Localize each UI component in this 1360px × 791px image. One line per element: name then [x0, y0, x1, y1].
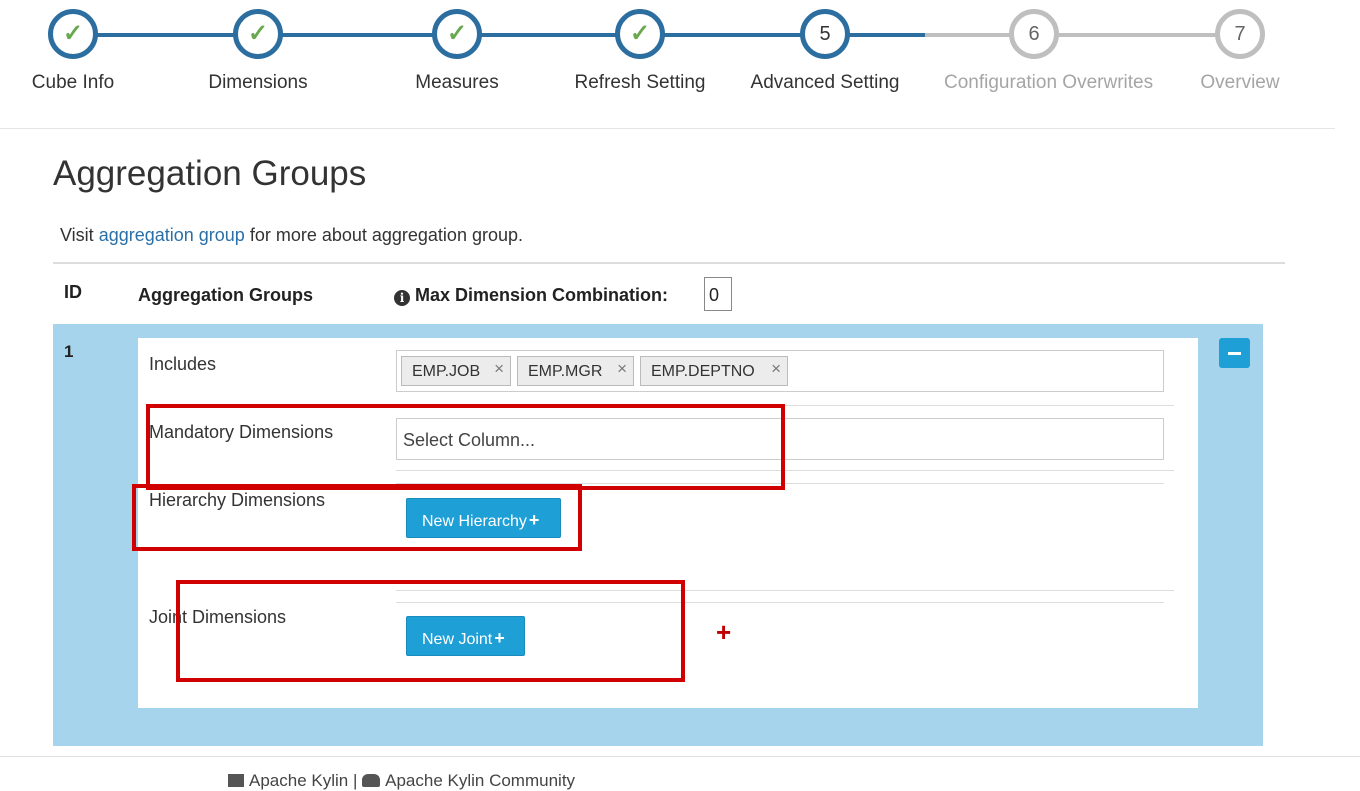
cursor-crosshair-icon: + — [716, 617, 732, 647]
remove-group-button[interactable] — [1219, 338, 1250, 368]
remove-tag-icon[interactable]: × — [617, 359, 627, 379]
joint-dimensions-label: Joint Dimensions — [149, 607, 287, 627]
intro-text: Visit aggregation group for more about a… — [60, 225, 523, 246]
step-label: Cube Info — [31, 72, 115, 93]
include-tag: EMP.DEPTNO × — [640, 356, 788, 386]
field-divider — [396, 483, 1164, 484]
footer-community-link[interactable]: Apache Kylin Community — [385, 771, 575, 790]
new-hierarchy-label: New Hierarchy — [422, 513, 527, 530]
include-tag-label: EMP.DEPTNO — [651, 363, 755, 380]
users-icon — [362, 774, 381, 787]
footer-divider-text: | — [352, 771, 358, 790]
step-circle: ✓ — [432, 9, 482, 59]
new-hierarchy-button[interactable]: New Hierarchy + — [406, 498, 561, 538]
new-joint-label: New Joint — [422, 631, 493, 648]
wizard-step-dimensions[interactable]: ✓ Dimensions — [168, 0, 348, 110]
check-icon: ✓ — [446, 20, 468, 47]
new-joint-button[interactable]: New Joint + — [406, 616, 525, 656]
group-id: 1 — [64, 342, 74, 361]
cube-icon — [228, 774, 244, 787]
step-circle: ✓ — [48, 9, 98, 59]
check-icon: ✓ — [247, 20, 269, 47]
step-circle: ✓ — [233, 9, 283, 59]
include-tag: EMP.JOB × — [401, 356, 511, 386]
step-circle: ✓ — [615, 9, 665, 59]
step-label: Dimensions — [208, 72, 308, 93]
minus-icon — [1228, 351, 1241, 355]
plus-icon: + — [494, 628, 505, 648]
check-icon: ✓ — [62, 20, 84, 47]
wizard-step-refresh-setting[interactable]: ✓ Refresh Setting — [550, 0, 730, 110]
mandatory-dimensions-select[interactable]: Select Column... — [396, 418, 1164, 460]
footer-divider — [0, 756, 1360, 757]
max-dimension-label: i Max Dimension Combination: — [394, 285, 668, 306]
remove-tag-icon[interactable]: × — [771, 359, 781, 379]
includes-input[interactable]: EMP.JOB × EMP.MGR × EMP.DEPTNO × — [396, 350, 1164, 392]
info-icon[interactable]: i — [394, 290, 410, 306]
step-label: Configuration Overwrites — [944, 72, 1154, 93]
field-divider — [396, 602, 1164, 603]
intro-suffix: for more about aggregation group. — [244, 225, 523, 245]
wizard-step-configuration-overwrites[interactable]: 6 Configuration Overwrites — [944, 0, 1154, 110]
intro-prefix: Visit — [60, 225, 99, 245]
aggregation-group-link[interactable]: aggregation group — [99, 225, 245, 245]
wizard-step-cube-info[interactable]: ✓ Cube Info — [0, 0, 163, 110]
page-title: Aggregation Groups — [53, 154, 367, 193]
mandatory-dimensions-label: Mandatory Dimensions — [149, 422, 334, 442]
wizard-step-advanced-setting[interactable]: 5 Advanced Setting — [735, 0, 915, 110]
max-dimension-input[interactable]: 0 — [704, 277, 732, 311]
footer: Apache Kylin | Apache Kylin Community — [228, 771, 575, 791]
max-dimension-text: Max Dimension Combination: — [415, 285, 669, 305]
include-tag-label: EMP.JOB — [412, 363, 481, 380]
hierarchy-dimensions-label: Hierarchy Dimensions — [149, 490, 326, 510]
step-circle: 7 — [1215, 9, 1265, 59]
field-divider — [396, 405, 1174, 406]
footer-product-link[interactable]: Apache Kylin — [249, 771, 348, 790]
remove-tag-icon[interactable]: × — [494, 359, 504, 379]
plus-icon: + — [528, 510, 540, 530]
include-tag: EMP.MGR × — [517, 356, 634, 386]
step-label: Overview — [1200, 72, 1280, 93]
step-circle: 6 — [1009, 9, 1059, 59]
aggregation-group-panel — [138, 338, 1198, 708]
wizard-step-overview[interactable]: 7 Overview — [1150, 0, 1330, 110]
step-label: Advanced Setting — [750, 72, 900, 93]
column-header-aggregation-groups: Aggregation Groups — [138, 285, 313, 305]
field-divider — [396, 470, 1174, 471]
wizard-step-measures[interactable]: ✓ Measures — [367, 0, 547, 110]
column-header-id: ID — [64, 282, 82, 302]
table-header-divider — [53, 262, 1285, 264]
step-label: Measures — [415, 72, 499, 93]
includes-label: Includes — [149, 354, 217, 374]
step-label: Refresh Setting — [574, 72, 706, 93]
include-tag-label: EMP.MGR — [528, 363, 603, 380]
check-icon: ✓ — [629, 20, 651, 47]
field-divider — [396, 590, 1174, 591]
wizard-progress: ✓ Cube Info ✓ Dimensions ✓ Measures ✓ Re… — [0, 0, 1335, 129]
step-circle: 5 — [800, 9, 850, 59]
